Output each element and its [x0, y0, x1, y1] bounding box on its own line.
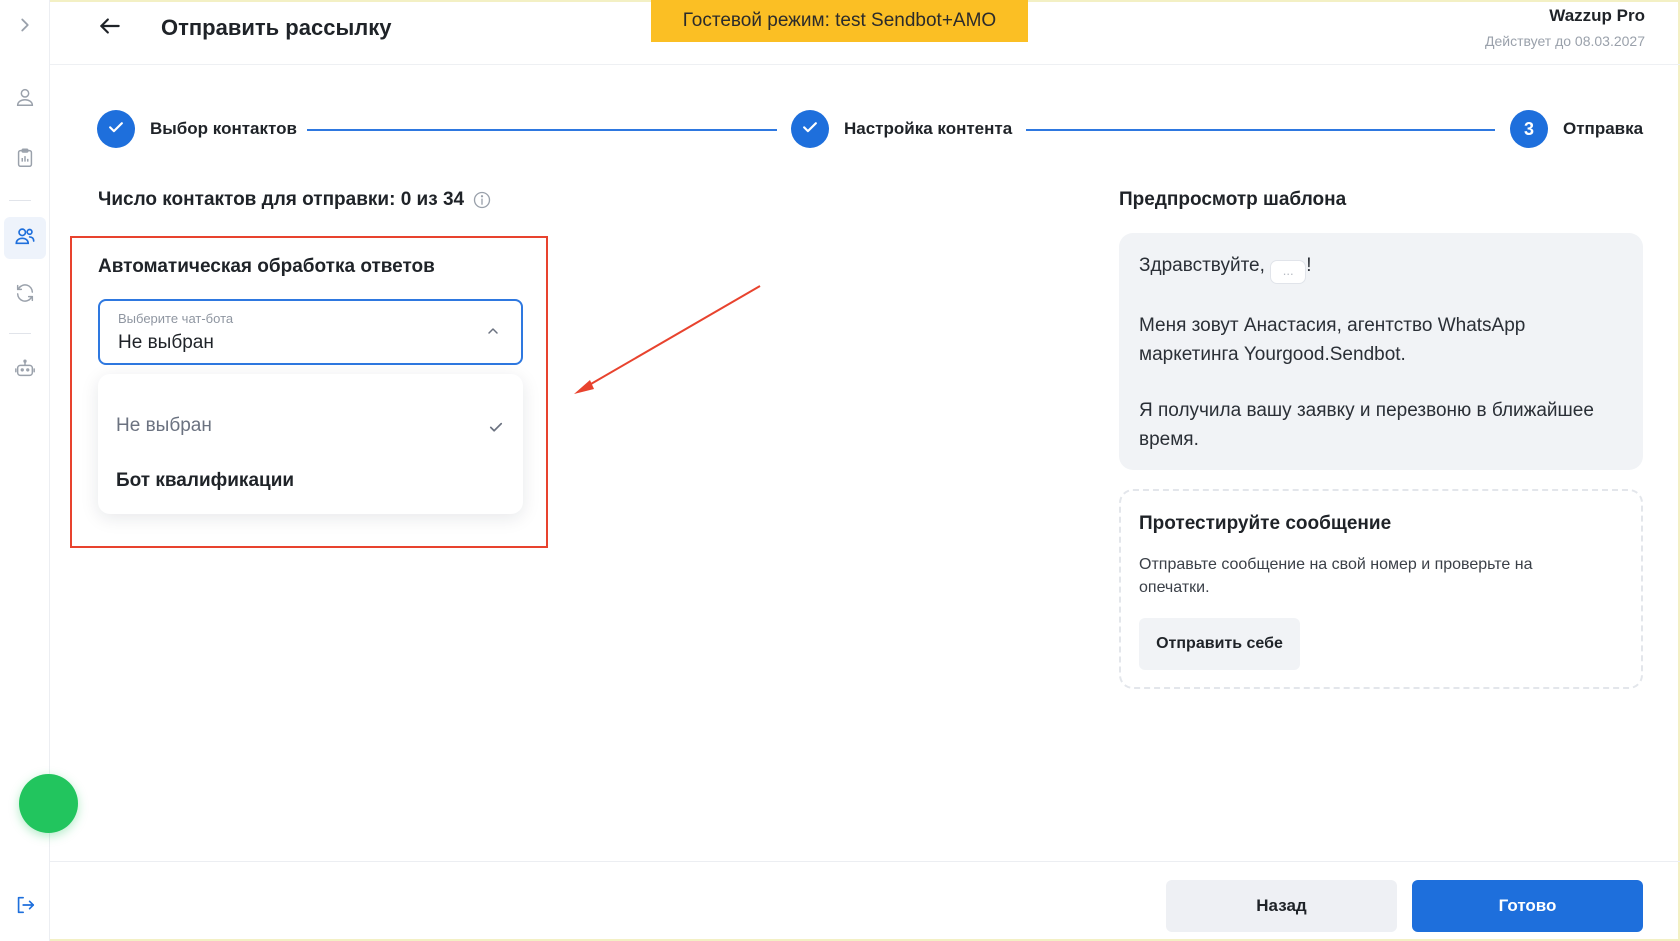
test-message-title: Протестируйте сообщение [1139, 513, 1392, 534]
clipboard-icon [14, 147, 36, 174]
template-preview: Здравствуйте, ...! Меня зовут Анастасия,… [1119, 233, 1643, 470]
test-message-description: Отправьте сообщение на свой номер и пров… [1139, 556, 1533, 596]
logout-button[interactable] [4, 886, 46, 928]
step-1-label: Выбор контактов [150, 119, 297, 138]
step-3-active: 3 [1510, 110, 1548, 148]
step-connector [1026, 129, 1495, 131]
step-3-label: Отправка [1563, 119, 1644, 138]
back-button[interactable] [96, 14, 124, 42]
step-2-label: Настройка контента [844, 119, 1013, 138]
sidebar-item-templates[interactable] [4, 139, 46, 181]
chatbot-select-placeholder: Выберите чат-бота [118, 311, 234, 326]
dropdown-option-none[interactable]: Не выбран [116, 415, 212, 437]
sidebar-item-profile[interactable] [4, 78, 46, 120]
expand-sidebar-button[interactable] [4, 6, 46, 48]
annotation-arrow [574, 285, 761, 394]
test-message-card: Протестируйте сообщение Отправьте сообще… [1119, 489, 1643, 689]
arrow-left-icon [97, 13, 123, 44]
back-nav-button[interactable]: Назад [1166, 880, 1397, 932]
preview-greeting: Здравствуйте, ...! [1139, 251, 1623, 284]
user-icon [14, 86, 36, 113]
stepper: Выбор контактов Настройка контента 3 Отп… [97, 110, 1643, 150]
done-button[interactable]: Готово [1412, 880, 1643, 932]
chatbot-dropdown: Не выбран Бот квалификации [98, 374, 523, 514]
chatbot-select-value: Не выбран [118, 332, 214, 353]
online-status-widget[interactable] [19, 774, 78, 833]
chevron-right-icon [14, 14, 36, 41]
check-icon [800, 117, 820, 142]
chevron-up-icon [485, 323, 501, 339]
plan-valid-until: Действует до 08.03.2027 [1484, 33, 1645, 49]
preview-title: Предпросмотр шаблона [1119, 189, 1347, 210]
sidebar-item-bots[interactable] [4, 350, 46, 392]
robot-icon [14, 358, 36, 385]
step-1-done [97, 110, 135, 148]
info-icon[interactable] [472, 190, 492, 210]
preview-paragraph-2: Я получила вашу заявку и перезвоню в бли… [1139, 400, 1594, 450]
auto-reply-title: Автоматическая обработка ответов [98, 256, 435, 277]
refresh-icon [14, 282, 36, 309]
sidebar-divider [9, 333, 31, 334]
preview-paragraph-1: Меня зовут Анастасия, агентство WhatsApp… [1139, 315, 1526, 365]
step-connector [307, 129, 777, 131]
header: Отправить рассылку Гостевой режим: test … [50, 0, 1680, 65]
greeting-text: Здравствуйте, [1139, 255, 1271, 276]
contacts-count-label: Число контактов для отправки: 0 из 34 [98, 189, 465, 210]
chatbot-select[interactable]: Выберите чат-бота Не выбран [98, 299, 523, 365]
page-title: Отправить рассылку [161, 15, 392, 40]
sidebar-item-sync[interactable] [4, 274, 46, 316]
variable-placeholder: ... [1270, 260, 1307, 284]
contacts-icon [14, 225, 36, 252]
plan-name: Wazzup Pro [1549, 6, 1645, 25]
check-icon [487, 418, 505, 436]
check-icon [106, 117, 126, 142]
sidebar-item-broadcasts[interactable] [4, 217, 46, 259]
contacts-count: Число контактов для отправки: 0 из 34 [98, 189, 492, 211]
dropdown-option-qualification-bot[interactable]: Бот квалификации [116, 470, 294, 492]
sidebar-divider [9, 200, 31, 201]
guest-mode-banner: Гостевой режим: test Sendbot+AMO [651, 0, 1028, 42]
step-2-done [791, 110, 829, 148]
greeting-end: ! [1306, 255, 1312, 276]
send-to-self-button[interactable]: Отправить себе [1139, 618, 1300, 670]
logout-icon [14, 894, 36, 921]
